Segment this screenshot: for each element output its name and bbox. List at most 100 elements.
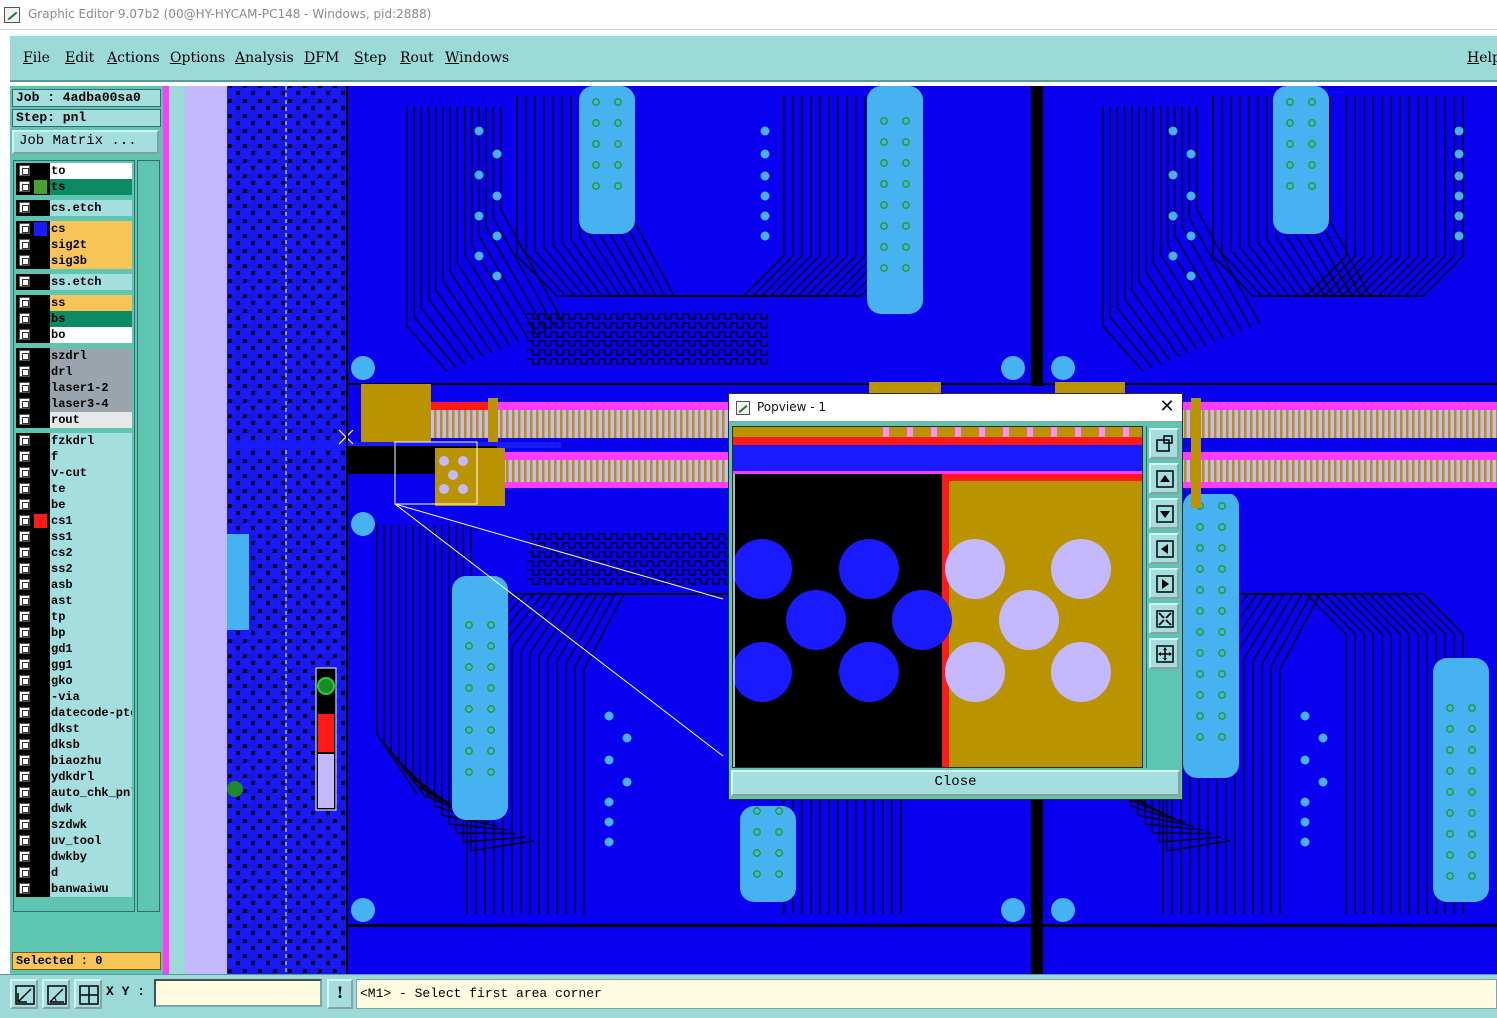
- layer-name[interactable]: szdrl: [50, 348, 132, 364]
- menu-step[interactable]: Step: [354, 50, 386, 66]
- layer-checkbox[interactable]: [19, 202, 30, 213]
- zoom-fit-button[interactable]: [1149, 603, 1179, 634]
- layer-row[interactable]: d: [16, 865, 132, 881]
- layer-checkbox[interactable]: [19, 819, 30, 830]
- layer-row[interactable]: sig3b: [16, 253, 132, 269]
- layer-checkbox[interactable]: [19, 771, 30, 782]
- layer-row[interactable]: cs2: [16, 545, 132, 561]
- layer-checkbox[interactable]: [19, 579, 30, 590]
- layer-row[interactable]: to: [16, 163, 132, 179]
- zoom-home-button[interactable]: [1149, 638, 1179, 669]
- layer-checkbox[interactable]: [19, 483, 30, 494]
- layer-name[interactable]: f: [50, 449, 132, 465]
- layer-row[interactable]: auto_chk_pnl: [16, 785, 132, 801]
- layer-row[interactable]: uv_tool: [16, 833, 132, 849]
- layer-name[interactable]: banwaiwu: [50, 881, 132, 897]
- layer-checkbox[interactable]: [19, 297, 30, 308]
- layer-name[interactable]: d: [50, 865, 132, 881]
- layer-checkbox[interactable]: [19, 547, 30, 558]
- layer-row[interactable]: gd1: [16, 641, 132, 657]
- layer-row[interactable]: tp: [16, 609, 132, 625]
- snap-mode-button[interactable]: [10, 979, 38, 1009]
- layer-row[interactable]: -via: [16, 689, 132, 705]
- layer-row[interactable]: ss.etch: [16, 274, 132, 290]
- layer-name[interactable]: uv_tool: [50, 833, 132, 849]
- layer-row[interactable]: dwkby: [16, 849, 132, 865]
- layer-name[interactable]: auto_chk_pnl: [50, 785, 132, 801]
- layer-name[interactable]: fzkdrl: [50, 433, 132, 449]
- layer-checkbox[interactable]: [19, 739, 30, 750]
- layer-row[interactable]: ss1: [16, 529, 132, 545]
- layer-row[interactable]: cs: [16, 221, 132, 237]
- layer-name[interactable]: biaozhu: [50, 753, 132, 769]
- layer-checkbox[interactable]: [19, 835, 30, 846]
- layer-row[interactable]: laser3-4: [16, 396, 132, 412]
- info-button[interactable]: !: [327, 979, 353, 1009]
- layer-name[interactable]: drl: [50, 364, 132, 380]
- menu-analysis[interactable]: Analysis: [235, 50, 294, 66]
- layer-checkbox[interactable]: [19, 851, 30, 862]
- zoom-window-button[interactable]: [1149, 428, 1179, 459]
- pan-down-button[interactable]: [1149, 498, 1179, 529]
- layer-name[interactable]: sig2t: [50, 237, 132, 253]
- menu-file[interactable]: File: [23, 50, 50, 66]
- layer-row[interactable]: szdrl: [16, 348, 132, 364]
- menu-dfm[interactable]: DFM: [304, 50, 339, 66]
- layer-name[interactable]: cs: [50, 221, 132, 237]
- layer-checkbox[interactable]: [19, 165, 30, 176]
- layer-name[interactable]: te: [50, 481, 132, 497]
- layer-name[interactable]: ss.etch: [50, 274, 132, 290]
- layer-row[interactable]: fzkdrl: [16, 433, 132, 449]
- layer-checkbox[interactable]: [19, 313, 30, 324]
- layer-checkbox[interactable]: [19, 329, 30, 340]
- layer-name[interactable]: asb: [50, 577, 132, 593]
- layer-name[interactable]: rout: [50, 412, 132, 428]
- layer-checkbox[interactable]: [19, 611, 30, 622]
- layer-name[interactable]: cs.etch: [50, 200, 132, 216]
- measure-mode-button[interactable]: [42, 979, 70, 1009]
- layer-name[interactable]: bp: [50, 625, 132, 641]
- layer-row[interactable]: datecode-pte: [16, 705, 132, 721]
- layer-name[interactable]: ydkdrl: [50, 769, 132, 785]
- layer-row[interactable]: bp: [16, 625, 132, 641]
- menu-rout[interactable]: Rout: [400, 50, 434, 66]
- layer-checkbox[interactable]: [19, 643, 30, 654]
- layer-name[interactable]: szdwk: [50, 817, 132, 833]
- layer-row[interactable]: ydkdrl: [16, 769, 132, 785]
- layer-checkbox[interactable]: [19, 803, 30, 814]
- layer-name[interactable]: cs1: [50, 513, 132, 529]
- layer-row[interactable]: laser1-2: [16, 380, 132, 396]
- layer-row[interactable]: gg1: [16, 657, 132, 673]
- layer-name[interactable]: laser1-2: [50, 380, 132, 396]
- layer-name[interactable]: be: [50, 497, 132, 513]
- grid-button[interactable]: [74, 979, 102, 1009]
- menu-options[interactable]: Options: [170, 50, 225, 66]
- layer-name[interactable]: bs: [50, 311, 132, 327]
- layer-name[interactable]: cs2: [50, 545, 132, 561]
- layer-checkbox[interactable]: [19, 181, 30, 192]
- layer-row[interactable]: drl: [16, 364, 132, 380]
- job-matrix-button[interactable]: Job Matrix ...: [12, 130, 159, 154]
- layer-row[interactable]: asb: [16, 577, 132, 593]
- layer-name[interactable]: -via: [50, 689, 132, 705]
- layer-checkbox[interactable]: [19, 382, 30, 393]
- popview-close-button[interactable]: Close: [731, 770, 1180, 796]
- pan-right-button[interactable]: [1149, 568, 1179, 599]
- layer-checkbox[interactable]: [19, 414, 30, 425]
- layer-row[interactable]: dksb: [16, 737, 132, 753]
- layer-row[interactable]: bs: [16, 311, 132, 327]
- layer-checkbox[interactable]: [19, 563, 30, 574]
- layer-checkbox[interactable]: [19, 723, 30, 734]
- layer-row[interactable]: dkst: [16, 721, 132, 737]
- layer-checkbox[interactable]: [19, 627, 30, 638]
- popview-canvas[interactable]: [732, 426, 1143, 768]
- layer-name[interactable]: ts: [50, 179, 132, 195]
- layer-checkbox[interactable]: [19, 595, 30, 606]
- layer-name[interactable]: dwkby: [50, 849, 132, 865]
- menu-help[interactable]: Help: [1467, 50, 1497, 66]
- layer-name[interactable]: v-cut: [50, 465, 132, 481]
- layer-name[interactable]: bo: [50, 327, 132, 343]
- layer-row[interactable]: ss: [16, 295, 132, 311]
- layer-checkbox[interactable]: [19, 691, 30, 702]
- layer-name[interactable]: gd1: [50, 641, 132, 657]
